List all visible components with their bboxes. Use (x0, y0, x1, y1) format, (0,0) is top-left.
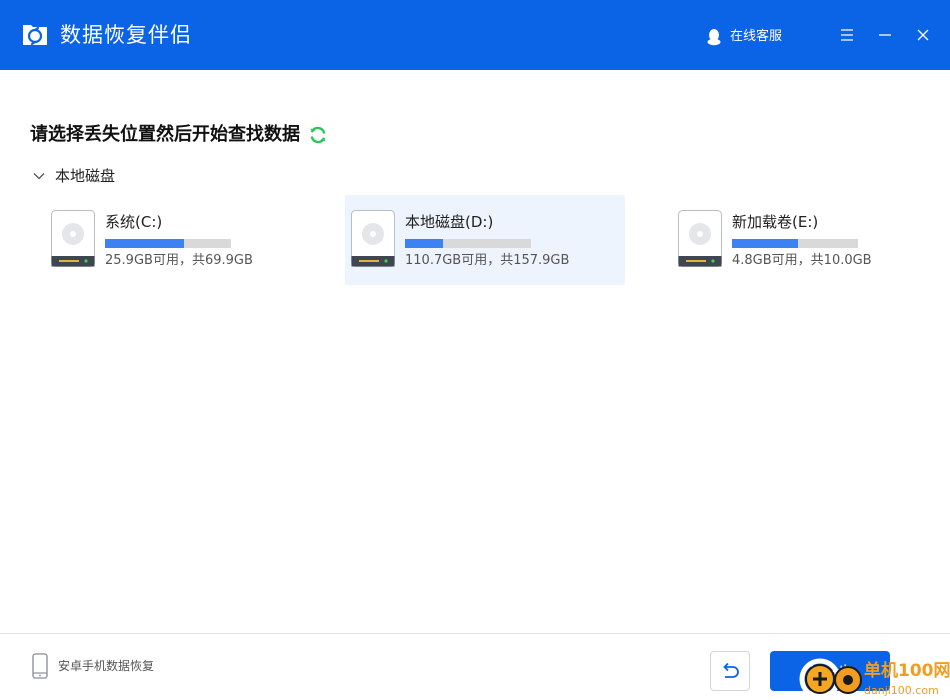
disk-usage-fill (732, 239, 798, 248)
disk-name: 系统(C:) (105, 213, 163, 231)
hamburger-menu-icon (841, 29, 853, 41)
android-recovery-link[interactable]: 安卓手机数据恢复 (32, 653, 154, 679)
disk-item-d[interactable]: 本地磁盘(D:) 110.7GB可用，共157.9GB (345, 195, 625, 285)
undo-arrow-icon (723, 662, 739, 678)
hard-disk-icon (678, 210, 722, 267)
disk-usage-bar (105, 239, 231, 248)
disk-usage-fill (105, 239, 185, 248)
disk-space-text: 4.8GB可用，共10.0GB (732, 253, 872, 268)
page-heading: 请选择丢失位置然后开始查找数据 (30, 122, 328, 148)
section-label: 本地磁盘 (55, 167, 116, 185)
disk-name: 新加载卷(E:) (732, 213, 819, 231)
local-disk-section-toggle[interactable]: 本地磁盘 (33, 165, 115, 187)
page-title: 请选择丢失位置然后开始查找数据 (30, 124, 300, 145)
disk-usage-bar (732, 239, 858, 248)
android-recovery-label: 安卓手机数据恢复 (58, 659, 155, 673)
qq-penguin-icon (707, 29, 721, 46)
disk-item-e[interactable]: 新加载卷(E:) 4.8GB可用，共10.0GB (672, 195, 950, 285)
disk-item-c[interactable]: 系统(C:) 25.9GB可用，共69.9GB (45, 195, 325, 285)
minimize-button[interactable] (872, 22, 898, 48)
menu-button[interactable] (834, 22, 860, 48)
chevron-down-icon (33, 173, 45, 180)
app-title: 数据恢复伴侣 (60, 23, 192, 47)
phone-icon (32, 653, 48, 679)
disk-usage-fill (405, 239, 443, 248)
disk-space-text: 110.7GB可用，共157.9GB (405, 253, 570, 268)
next-button[interactable]: 下一步 (770, 651, 890, 691)
hard-disk-icon (51, 210, 95, 267)
footer-bar: 安卓手机数据恢复 下一步 (0, 633, 950, 700)
back-button[interactable] (710, 651, 750, 691)
disk-space-text: 25.9GB可用，共69.9GB (105, 253, 253, 268)
close-button[interactable] (910, 22, 936, 48)
disk-usage-bar (405, 239, 531, 248)
title-bar: 数据恢复伴侣 在线客服 (0, 0, 950, 70)
close-icon (917, 29, 929, 41)
minimize-icon (879, 34, 891, 36)
refresh-icon[interactable] (308, 125, 328, 145)
online-support-button[interactable]: 在线客服 (706, 27, 782, 47)
online-support-label: 在线客服 (730, 29, 783, 44)
hard-disk-icon (351, 210, 395, 267)
disk-name: 本地磁盘(D:) (405, 213, 494, 231)
recovery-logo-icon (23, 25, 47, 46)
